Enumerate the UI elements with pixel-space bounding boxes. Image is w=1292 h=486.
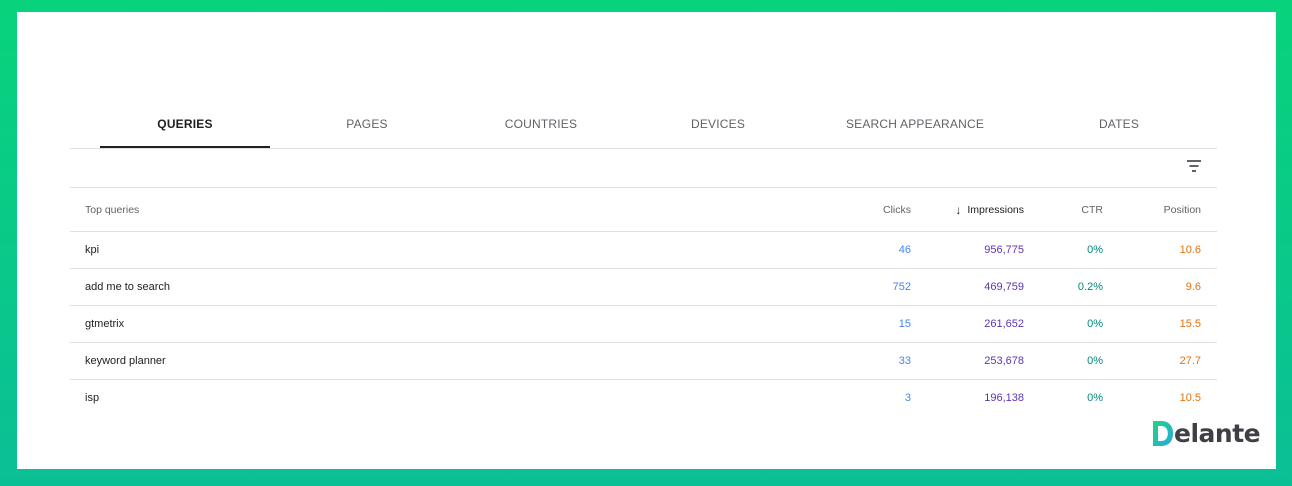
table-row[interactable]: gtmetrix 15 261,652 0% 15.5 — [70, 306, 1217, 343]
search-console-panel: QUERIES PAGES COUNTRIES DEVICES SEARCH A… — [17, 12, 1276, 469]
query-cell: isp — [85, 392, 100, 404]
tab-queries[interactable]: QUERIES — [100, 100, 270, 148]
tab-devices[interactable]: DEVICES — [633, 100, 803, 147]
query-cell: gtmetrix — [85, 318, 125, 330]
filter-icon[interactable] — [1187, 160, 1201, 172]
table-row[interactable]: isp 3 196,138 0% 10.5 — [70, 380, 1217, 416]
impressions-cell: 469,759 — [984, 281, 1024, 293]
delante-d-icon — [1153, 420, 1173, 446]
clicks-cell: 46 — [898, 244, 911, 256]
query-cell: keyword planner — [85, 355, 166, 367]
clicks-cell: 33 — [898, 355, 911, 367]
green-border-frame: QUERIES PAGES COUNTRIES DEVICES SEARCH A… — [0, 0, 1292, 486]
clicks-cell: 752 — [892, 281, 911, 293]
clicks-cell: 15 — [898, 318, 911, 330]
tab-pages[interactable]: PAGES — [282, 100, 452, 147]
queries-table: Top queries Clicks ↓ Impressions CTR Pos… — [70, 188, 1217, 416]
table-row[interactable]: add me to search 752 469,759 0.2% 9.6 — [70, 269, 1217, 306]
position-cell: 15.5 — [1179, 318, 1201, 330]
impressions-cell: 253,678 — [984, 355, 1024, 367]
ctr-cell: 0% — [1087, 318, 1103, 330]
tab-countries[interactable]: COUNTRIES — [456, 100, 626, 147]
header-top-queries: Top queries — [85, 203, 140, 216]
position-cell: 10.6 — [1179, 244, 1201, 256]
query-cell: add me to search — [85, 281, 170, 293]
impressions-cell: 956,775 — [984, 244, 1024, 256]
tab-dates[interactable]: DATES — [1034, 100, 1204, 147]
table-header-row: Top queries Clicks ↓ Impressions CTR Pos… — [70, 188, 1217, 232]
query-cell: kpi — [85, 244, 100, 256]
filter-toolbar — [70, 149, 1217, 188]
delante-logo: elante — [1153, 416, 1261, 450]
header-clicks[interactable]: Clicks — [883, 188, 911, 231]
ctr-cell: 0% — [1087, 355, 1103, 367]
ctr-cell: 0% — [1087, 244, 1103, 256]
clicks-cell: 3 — [904, 392, 911, 404]
impressions-cell: 261,652 — [984, 318, 1024, 330]
header-position[interactable]: Position — [1164, 188, 1201, 231]
ctr-cell: 0% — [1087, 392, 1103, 404]
position-cell: 10.5 — [1179, 392, 1201, 404]
header-impressions[interactable]: ↓ Impressions — [955, 188, 1024, 231]
header-ctr[interactable]: CTR — [1081, 188, 1103, 231]
header-impressions-label: Impressions — [967, 203, 1024, 216]
ctr-cell: 0.2% — [1077, 281, 1103, 293]
report-tabs: QUERIES PAGES COUNTRIES DEVICES SEARCH A… — [70, 100, 1217, 149]
delante-logo-text: elante — [1174, 418, 1261, 448]
table-row[interactable]: keyword planner 33 253,678 0% 27.7 — [70, 343, 1217, 380]
position-cell: 27.7 — [1179, 355, 1201, 367]
tab-search-appearance[interactable]: SEARCH APPEARANCE — [815, 100, 1015, 147]
position-cell: 9.6 — [1185, 281, 1201, 293]
impressions-cell: 196,138 — [984, 392, 1024, 404]
table-row[interactable]: kpi 46 956,775 0% 10.6 — [70, 232, 1217, 269]
arrow-down-icon: ↓ — [955, 202, 962, 217]
